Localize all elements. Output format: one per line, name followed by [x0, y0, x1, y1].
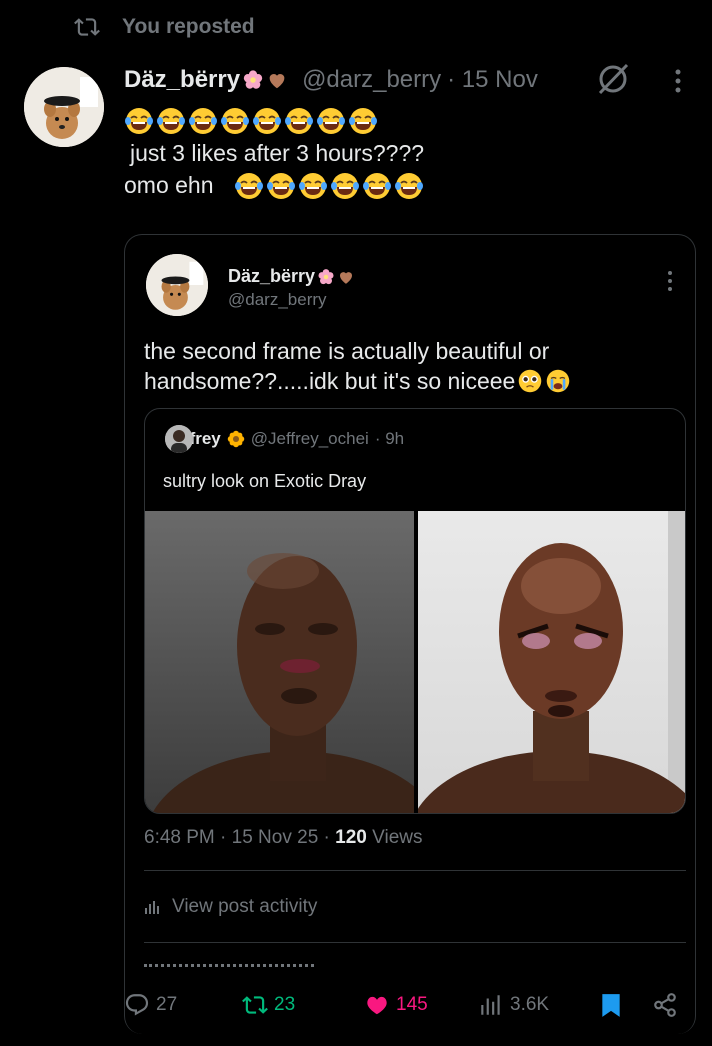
handle[interactable]: @darz_berry — [302, 66, 441, 94]
activity-label: View post activity — [172, 896, 318, 917]
photo-1[interactable] — [145, 511, 414, 813]
laugh-cry-emoji — [363, 173, 391, 199]
inner-age[interactable]: · 9h — [375, 429, 404, 449]
share-icon — [654, 993, 676, 1017]
truncated-row — [144, 964, 344, 972]
laugh-cry-emoji — [157, 108, 185, 134]
like-count: 145 — [396, 994, 428, 1015]
more-icon[interactable] — [668, 66, 688, 96]
reply-button[interactable]: 27 — [124, 992, 177, 1018]
chart-icon — [145, 901, 159, 914]
emoji-line — [124, 106, 378, 136]
repost-icon — [74, 18, 100, 36]
laugh-cry-emoji — [125, 108, 153, 134]
repost-indicator: You reposted — [74, 14, 255, 40]
bookmark-icon — [602, 994, 620, 1017]
views-count-bar: 3.6K — [510, 994, 550, 1015]
heart-emoji-icon — [340, 271, 353, 284]
repost-count: 23 — [274, 994, 296, 1015]
bookmark-button[interactable] — [598, 992, 624, 1018]
repost-label: You reposted — [122, 15, 255, 38]
laugh-cry-emoji — [299, 173, 327, 199]
laugh-cry-emoji — [235, 173, 263, 199]
inner-quoted-post[interactable]: Jeffrey @Jeffrey_ochei · 9h sultry look … — [144, 408, 686, 814]
repost-icon — [242, 996, 268, 1014]
reply-count: 27 — [156, 994, 178, 1015]
laugh-cry-emoji — [331, 173, 359, 199]
views-label: Views — [366, 827, 423, 848]
quote-display-name[interactable]: Däz_bërry — [228, 266, 315, 287]
flower-icon — [318, 268, 334, 284]
pleading-emoji — [519, 369, 542, 393]
quote-text-line-1: the second frame is actually beautiful o… — [144, 338, 550, 364]
quote-more-icon[interactable] — [660, 268, 680, 294]
grok-icon[interactable] — [594, 60, 632, 98]
sunflower-icon — [227, 430, 245, 448]
post-text-line-2-text: omo ehn — [124, 172, 214, 198]
avatar[interactable] — [24, 67, 104, 147]
heart-emoji-icon — [269, 74, 285, 89]
like-icon — [367, 996, 387, 1015]
quote-handle[interactable]: @darz_berry — [228, 290, 327, 310]
inner-header: Jeffrey @Jeffrey_ochei · 9h — [165, 425, 404, 453]
post-timestamp[interactable]: 6:48 PM · 15 Nov 25 · — [144, 827, 335, 848]
post-header: Däz_bërry @darz_berry · 15 Nov — [124, 66, 538, 94]
laugh-cry-emoji — [253, 108, 281, 134]
reply-icon — [125, 994, 149, 1016]
laugh-cry-emoji — [395, 173, 423, 199]
laugh-cry-emoji — [349, 108, 377, 134]
post-text-line-2: omo ehn — [124, 172, 214, 199]
post-text-line-1: just 3 likes after 3 hours???? — [130, 140, 425, 166]
post-date[interactable]: · 15 Nov — [447, 66, 538, 94]
divider — [144, 870, 686, 871]
laugh-cry-emoji — [267, 173, 295, 199]
quote-text: the second frame is actually beautiful o… — [144, 336, 571, 396]
share-button[interactable] — [652, 992, 678, 1018]
like-button[interactable]: 145 — [364, 992, 428, 1018]
inner-text: sultry look on Exotic Dray — [163, 471, 367, 491]
views-count: 120 — [335, 827, 367, 848]
post-meta: 6:48 PM · 15 Nov 25 · 120 Views — [144, 827, 422, 849]
crying-emoji — [547, 369, 570, 393]
views-icon — [481, 995, 500, 1015]
view-post-activity[interactable]: View post activity — [144, 896, 317, 918]
laugh-cry-emoji — [317, 108, 345, 134]
display-name[interactable]: Däz_bërry — [124, 66, 240, 94]
divider — [144, 942, 686, 943]
inner-avatar[interactable] — [165, 425, 193, 453]
laugh-cry-emoji — [221, 108, 249, 134]
photo-2[interactable] — [418, 511, 685, 813]
quote-name-row: Däz_bërry — [228, 266, 355, 287]
emoji-line-2 — [234, 171, 424, 201]
laugh-cry-emoji — [285, 108, 313, 134]
laugh-cry-emoji — [189, 108, 217, 134]
inner-handle[interactable]: @Jeffrey_ochei — [251, 429, 369, 449]
flower-icon — [243, 70, 263, 89]
quote-avatar[interactable] — [146, 254, 208, 316]
repost-button[interactable]: 23 — [242, 992, 295, 1018]
quote-text-line-2: handsome??.....idk but it's so niceee — [144, 368, 516, 394]
views-button[interactable]: 3.6K — [478, 992, 549, 1018]
action-bar: 27 23 145 3.6K — [0, 992, 712, 1032]
